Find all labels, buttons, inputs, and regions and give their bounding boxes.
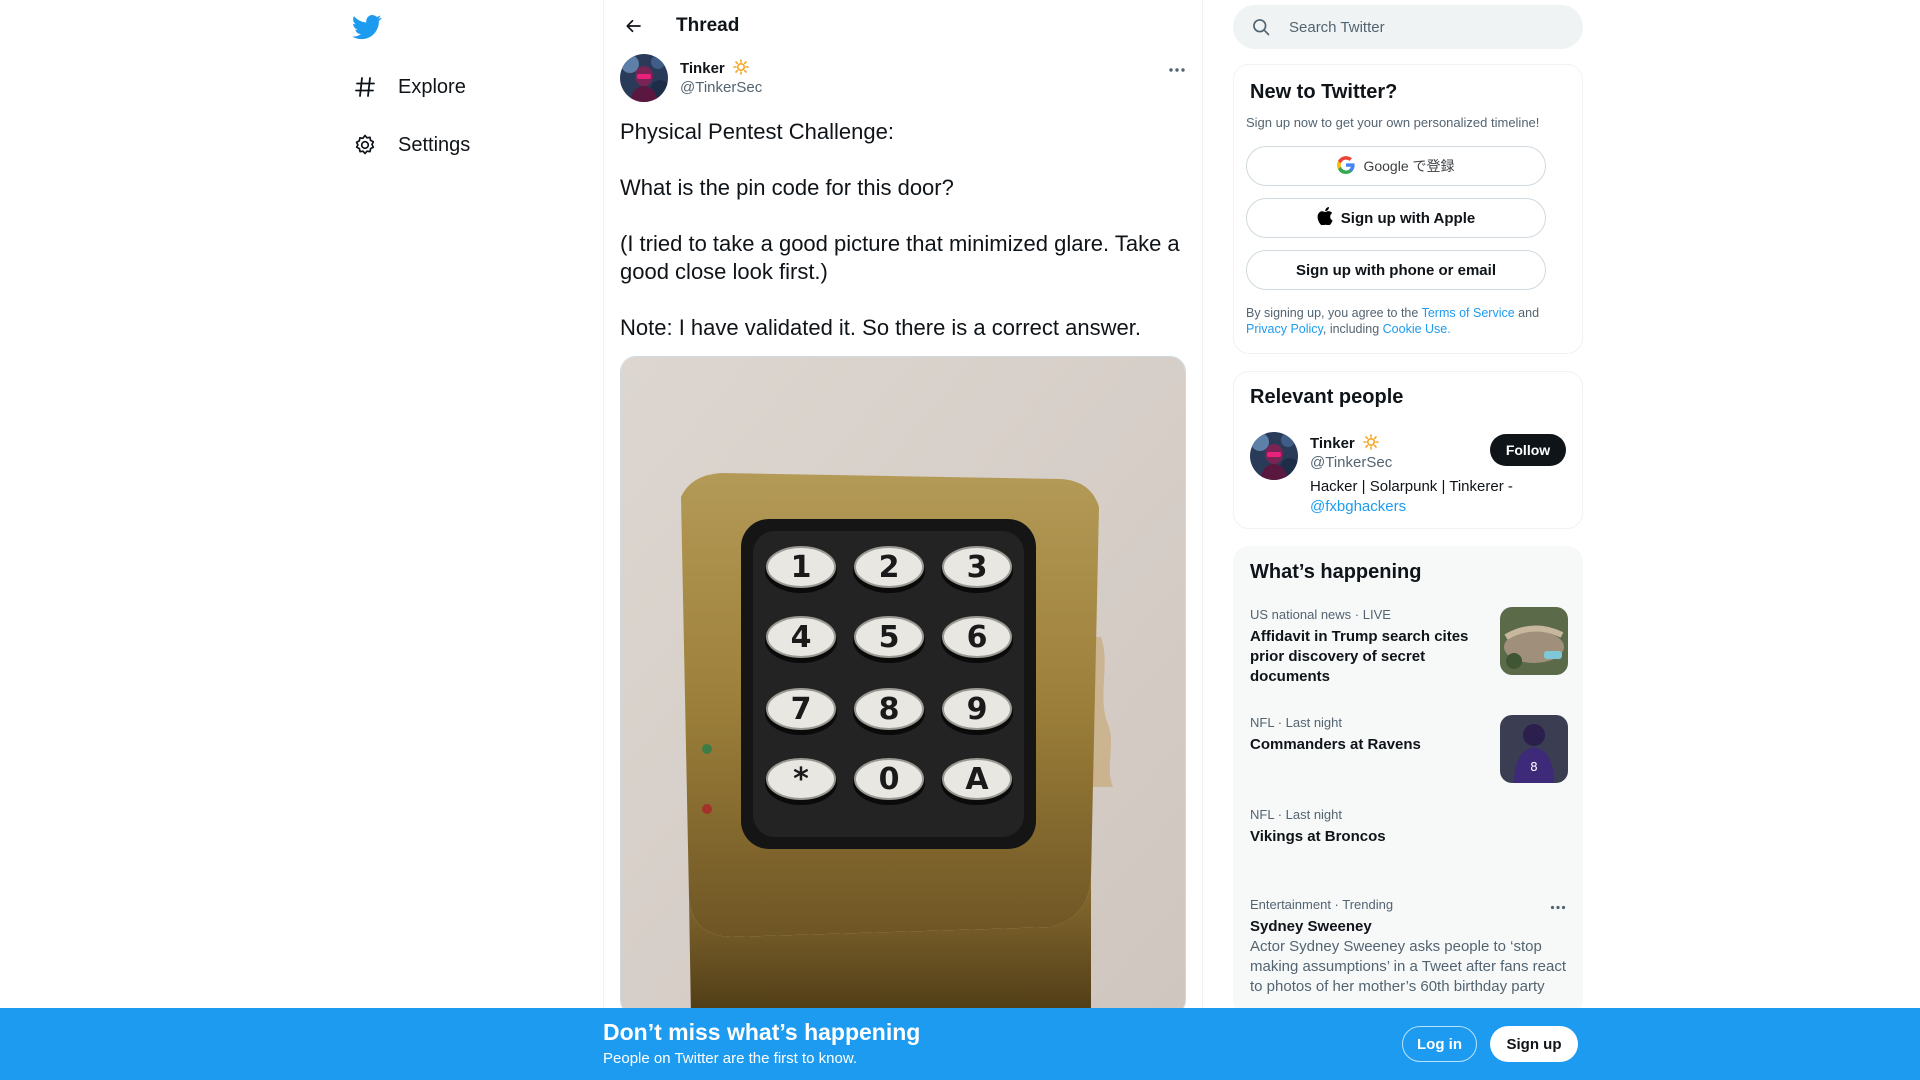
signup-banner: Don’t miss what’s happening People on Tw… (0, 1008, 1920, 1080)
trend-meta: NFL · Last night (1250, 715, 1343, 730)
apple-signup-button[interactable]: Sign up with Apple (1246, 198, 1546, 238)
tweet-paragraph: Note: I have validated it. So there is a… (620, 315, 1141, 340)
thread-header: Thread (604, 0, 1204, 53)
google-signup-button[interactable]: Google で登録 (1246, 146, 1546, 186)
keypad-key-label: 0 (879, 762, 900, 797)
nav-item-label: Explore (398, 75, 466, 98)
keypad-key-label: 5 (879, 620, 900, 655)
apple-icon (1317, 207, 1333, 229)
gear-icon (352, 132, 378, 158)
avatar[interactable] (1250, 432, 1298, 480)
card-title: New to Twitter? (1250, 81, 1398, 103)
person-name[interactable]: Tinker (1310, 434, 1379, 454)
tweet-text: Physical Pentest Challenge: What is the … (620, 118, 1190, 370)
twitter-bird-icon[interactable] (352, 12, 382, 42)
phone-signup-label: Sign up with phone or email (1295, 261, 1496, 279)
svg-text:8: 8 (1530, 760, 1538, 774)
keypad-key: 0 (853, 758, 925, 805)
keypad-key-label: 1 (791, 550, 812, 585)
tweet-paragraph: (I tried to take a good picture that min… (620, 231, 1180, 284)
author-handle[interactable]: @TinkerSec (680, 79, 762, 96)
keypad-key: A (941, 758, 1013, 805)
tweet-paragraph: Physical Pentest Challenge: (620, 119, 894, 144)
trend-headline: Affidavit in Trump search cites prior di… (1250, 628, 1469, 685)
keypad-key-label: 3 (967, 550, 988, 585)
relevant-people-card: Relevant people Tinker @TinkerSec Follow… (1233, 371, 1583, 529)
card-subtitle: Sign up now to get your own personalized… (1246, 115, 1540, 130)
keypad-key: 6 (941, 616, 1013, 663)
card-title: What’s happening (1250, 561, 1422, 583)
keypad-key: 8 (853, 688, 925, 735)
thread-column: Thread Tinker @TinkerSec Physical Pentes… (603, 0, 1203, 1080)
privacy-policy-link[interactable]: Privacy Policy (1246, 322, 1323, 336)
terms-of-service-link[interactable]: Terms of Service (1422, 306, 1515, 320)
author-name[interactable]: Tinker (680, 59, 749, 79)
phone-email-signup-button[interactable]: Sign up with phone or email (1246, 250, 1546, 290)
banner-subtitle: People on Twitter are the first to know. (603, 1050, 858, 1067)
keypad-key-label: 9 (967, 692, 988, 727)
back-arrow-icon[interactable] (620, 12, 648, 40)
more-options-icon[interactable] (1166, 60, 1188, 80)
keypad-key-label: 8 (879, 692, 900, 727)
trend-meta: US national news · LIVE (1250, 607, 1391, 622)
keypad-key-label: 4 (791, 620, 812, 655)
fxbghackers-link[interactable]: @fxbghackers (1310, 498, 1406, 515)
whats-happening-card: What’s happening US national news · LIVE… (1233, 546, 1583, 1016)
trend-item[interactable]: NFL · Last night Commanders at Ravens 8 (1234, 715, 1582, 790)
google-icon (1337, 155, 1356, 177)
keypad-key: 2 (853, 546, 925, 593)
card-title: Relevant people (1250, 386, 1404, 408)
nav-item-settings[interactable]: Settings (352, 123, 470, 167)
keypad-key: 7 (765, 688, 837, 735)
keypad-key: 1 (765, 546, 837, 593)
keypad-key-label: 7 (791, 692, 812, 727)
trend-item[interactable]: US national news · LIVE Affidavit in Tru… (1234, 607, 1582, 697)
trend-meta: NFL · Last night (1250, 807, 1343, 822)
keypad-key: 5 (853, 616, 925, 663)
sun-emoji-icon (1363, 434, 1379, 454)
more-options-icon[interactable] (1548, 897, 1568, 917)
apple-signup-label: Sign up with Apple (1340, 209, 1476, 227)
person-bio: Hacker | Solarpunk | Tinkerer - @fxbghac… (1310, 478, 1513, 515)
trend-description: Actor Sydney Sweeney asks people to ‘sto… (1250, 938, 1566, 995)
hashtag-icon (352, 74, 378, 100)
keypad-key-label: 6 (967, 620, 988, 655)
keypad-key-label: 2 (879, 550, 900, 585)
trend-thumbnail-image: 8 (1500, 715, 1568, 783)
trend-item[interactable]: NFL · Last night Vikings at Broncos (1234, 807, 1582, 877)
keypad-key: 3 (941, 546, 1013, 593)
nav-item-explore[interactable]: Explore (352, 65, 466, 109)
trend-headline: Sydney Sweeney (1250, 918, 1372, 935)
keypad-key: 4 (765, 616, 837, 663)
avatar[interactable] (620, 54, 668, 102)
trend-thumbnail-image (1500, 607, 1568, 675)
person-handle[interactable]: @TinkerSec (1310, 454, 1392, 471)
follow-button[interactable]: Follow (1490, 434, 1566, 466)
keypad-key: * (765, 758, 837, 805)
trend-item[interactable]: Entertainment · Trending Sydney Sweeney … (1234, 897, 1582, 1015)
tweet-image-keypad[interactable]: 1 2 3 4 5 6 7 8 9 * 0 A (620, 356, 1186, 1016)
tweet-paragraph: What is the pin code for this door? (620, 175, 954, 200)
search-placeholder: Search Twitter (1289, 18, 1385, 36)
nav-item-label: Settings (398, 133, 471, 156)
signup-button[interactable]: Sign up (1490, 1026, 1578, 1062)
terms-text: By signing up, you agree to the Terms of… (1246, 306, 1540, 336)
trend-headline: Vikings at Broncos (1250, 828, 1386, 845)
tweet-author: Tinker @TinkerSec (620, 54, 1188, 104)
search-icon (1251, 17, 1271, 37)
search-input[interactable]: Search Twitter (1233, 5, 1583, 49)
google-signup-label: Google で登録 (1363, 158, 1455, 174)
trend-meta: Entertainment · Trending (1250, 897, 1394, 912)
keypad-key-label: A (965, 762, 989, 797)
sun-emoji-icon (733, 59, 749, 79)
new-to-twitter-card: New to Twitter? Sign up now to get your … (1233, 64, 1583, 354)
keypad-key: 9 (941, 688, 1013, 735)
keypad-key-label: * (793, 762, 809, 797)
login-button[interactable]: Log in (1402, 1026, 1477, 1062)
banner-title: Don’t miss what’s happening (603, 1019, 921, 1045)
trend-headline: Commanders at Ravens (1250, 736, 1421, 753)
cookie-use-link[interactable]: Cookie Use. (1383, 322, 1451, 336)
page-title: Thread (676, 15, 740, 36)
